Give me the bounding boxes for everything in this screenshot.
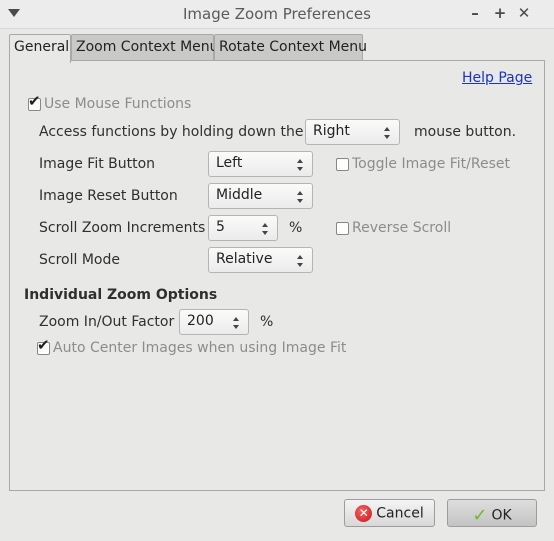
toggle-image-fit-checkbox[interactable] <box>336 158 349 171</box>
zoom-factor-label: Zoom In/Out Factor <box>39 314 175 330</box>
title-bar: Image Zoom Preferences – + ✕ <box>0 0 554 29</box>
checkmark-icon: ✔ <box>37 336 50 354</box>
individual-zoom-heading: Individual Zoom Options <box>24 287 218 303</box>
image-fit-select[interactable]: Left <box>208 151 313 177</box>
zoom-factor-spinner[interactable]: 200 <box>179 309 249 335</box>
select-arrows-icon <box>297 190 305 204</box>
scroll-mode-value: Relative <box>216 251 273 267</box>
maximize-icon[interactable]: + <box>491 4 509 22</box>
select-arrows-icon <box>297 158 305 172</box>
select-arrows-icon <box>297 254 305 268</box>
zoom-factor-value: 200 <box>187 313 214 329</box>
general-panel: Help Page ✔ Use Mouse Functions Access f… <box>9 60 545 491</box>
cancel-button-label: Cancel <box>376 505 424 522</box>
cancel-button[interactable]: ✕ Cancel <box>344 499 435 527</box>
tab-zoom-context-menu[interactable]: Zoom Context Menu <box>71 34 219 61</box>
tab-rotate-context-menu[interactable]: Rotate Context Menu <box>214 34 367 61</box>
mouse-button-value: Right <box>313 123 350 139</box>
scroll-mode-label: Scroll Mode <box>39 252 120 268</box>
image-reset-value: Middle <box>216 187 263 203</box>
image-reset-label: Image Reset Button <box>39 188 178 204</box>
mouse-button-suffix: mouse button. <box>414 124 517 140</box>
checkmark-icon: ✔ <box>28 92 41 110</box>
tab-general[interactable]: General <box>9 34 71 63</box>
scroll-mode-select[interactable]: Relative <box>208 247 313 273</box>
close-icon[interactable]: ✕ <box>515 4 533 22</box>
scroll-zoom-label: Scroll Zoom Increments <box>39 220 206 236</box>
scroll-zoom-unit: % <box>289 220 303 236</box>
toggle-image-fit-label[interactable]: Toggle Image Fit/Reset <box>352 156 510 172</box>
scroll-zoom-value: 5 <box>216 219 225 235</box>
minimize-icon[interactable]: – <box>466 4 484 22</box>
checkmark-icon: ✓ <box>472 505 488 526</box>
use-mouse-functions-checkbox[interactable]: ✔ <box>28 94 41 111</box>
image-fit-value: Left <box>216 155 243 171</box>
reverse-scroll-checkbox[interactable] <box>336 222 349 235</box>
auto-center-label[interactable]: Auto Center Images when using Image Fit <box>53 340 346 356</box>
spinner-arrows-icon[interactable] <box>233 316 241 330</box>
ok-button-label: OK <box>491 507 512 524</box>
zoom-factor-unit: % <box>260 314 274 330</box>
cancel-icon: ✕ <box>355 505 373 522</box>
image-fit-label: Image Fit Button <box>39 156 156 172</box>
reverse-scroll-label[interactable]: Reverse Scroll <box>352 220 451 236</box>
auto-center-checkbox[interactable]: ✔ <box>37 338 50 355</box>
mouse-button-select[interactable]: Right <box>305 119 400 145</box>
select-arrows-icon <box>384 126 392 140</box>
use-mouse-functions-label[interactable]: Use Mouse Functions <box>44 96 191 112</box>
access-functions-label: Access functions by holding down the <box>39 124 304 140</box>
help-page-link[interactable]: Help Page <box>462 70 532 86</box>
spinner-arrows-icon[interactable] <box>262 222 270 236</box>
image-reset-select[interactable]: Middle <box>208 183 313 209</box>
ok-button[interactable]: ✓ OK <box>447 499 537 527</box>
scroll-zoom-spinner[interactable]: 5 <box>208 215 278 241</box>
